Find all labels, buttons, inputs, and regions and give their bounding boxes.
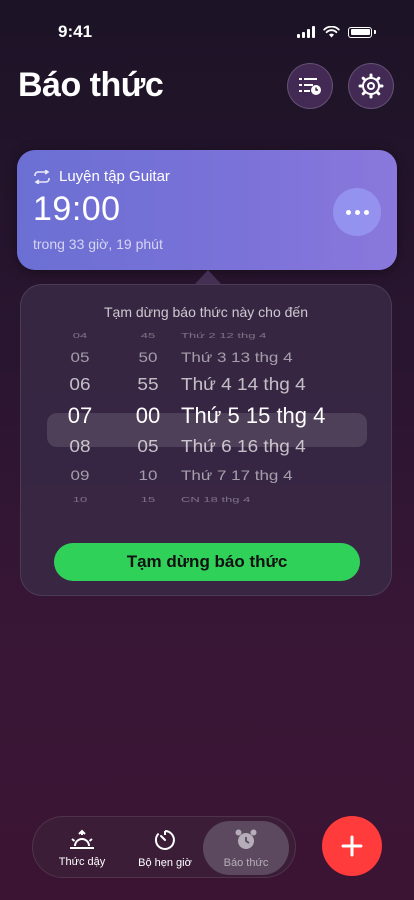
alarm-label: Luyện tập Guitar bbox=[59, 168, 170, 185]
tab-label: Thức dậy bbox=[58, 855, 106, 868]
add-alarm-button[interactable] bbox=[322, 816, 382, 876]
picker-hour: 05 bbox=[70, 349, 90, 365]
picker-row[interactable]: 08 05 Thứ 6 16 thg 4 bbox=[21, 437, 393, 463]
picker-minute: 00 bbox=[135, 403, 161, 428]
picker-row[interactable]: 10 15 CN 18 thg 4 bbox=[21, 495, 393, 510]
tab-label: Báo thức bbox=[223, 856, 269, 869]
more-dot bbox=[354, 209, 360, 215]
picker-day: Thứ 7 17 thg 4 bbox=[181, 467, 293, 483]
picker-hour: 06 bbox=[69, 375, 91, 395]
picker-row[interactable]: 06 55 Thứ 4 14 thg 4 bbox=[21, 375, 393, 401]
status-icons bbox=[297, 26, 376, 38]
alarm-card[interactable]: Luyện tập Guitar 19:00 trong 33 giờ, 19 … bbox=[17, 150, 397, 270]
timer-icon bbox=[154, 829, 175, 850]
picker-row[interactable]: 04 45 Thứ 2 12 thg 4 bbox=[21, 331, 393, 346]
picker-day: CN 18 thg 4 bbox=[181, 495, 251, 504]
picker-hour: 09 bbox=[70, 467, 90, 483]
tab-label: Bộ hẹn giờ bbox=[138, 856, 192, 869]
status-bar: 9:41 bbox=[0, 0, 414, 56]
more-dot bbox=[345, 209, 351, 215]
plus-icon bbox=[341, 835, 363, 857]
picker-hour: 10 bbox=[72, 495, 88, 504]
tab-alarm[interactable]: Báo thức bbox=[203, 821, 289, 875]
picker-minute: 50 bbox=[138, 349, 158, 365]
picker-row-selected[interactable]: 07 00 Thứ 5 15 thg 4 bbox=[21, 403, 393, 431]
more-dot bbox=[363, 209, 369, 215]
alarm-time: 19:00 bbox=[33, 190, 121, 228]
picker-minute: 10 bbox=[138, 467, 158, 483]
repeat-icon bbox=[34, 169, 50, 184]
picker-day: Thứ 4 14 thg 4 bbox=[181, 375, 306, 395]
sunrise-icon bbox=[70, 829, 94, 849]
sort-alarms-button[interactable] bbox=[287, 63, 333, 109]
alarm-label-row: Luyện tập Guitar bbox=[33, 168, 170, 185]
snooze-popover: Tạm dừng báo thức này cho đến 04 45 Thứ 2 … bbox=[20, 284, 392, 596]
page-title: Báo thức bbox=[18, 66, 164, 104]
popover-title: Tạm dừng báo thức này cho đến bbox=[104, 304, 308, 320]
battery-tip bbox=[374, 30, 376, 34]
picker-minute: 45 bbox=[140, 331, 156, 340]
picker-hour: 04 bbox=[72, 331, 88, 340]
popover-pointer bbox=[195, 270, 221, 284]
gear-icon bbox=[358, 73, 384, 99]
picker-day: Thứ 3 13 thg 4 bbox=[181, 349, 293, 365]
tab-bar: Thức dậy Bộ hẹn giờ Báo thức bbox=[32, 816, 296, 878]
picker-row[interactable]: 09 10 Thứ 7 17 thg 4 bbox=[21, 468, 393, 490]
status-time: 9:41 bbox=[58, 22, 93, 41]
list-clock-icon bbox=[299, 78, 321, 95]
date-time-picker[interactable]: 04 45 Thứ 2 12 thg 4 05 50 Thứ 3 13 thg 4 06 55… bbox=[21, 325, 393, 525]
tab-wake-up[interactable]: Thức dậy bbox=[39, 821, 125, 875]
tab-timer[interactable]: Bộ hẹn giờ bbox=[122, 821, 208, 875]
picker-day: Thứ 6 16 thg 4 bbox=[181, 437, 306, 457]
picker-row[interactable]: 05 50 Thứ 3 13 thg 4 bbox=[21, 350, 393, 372]
alarm-clock-icon bbox=[235, 829, 257, 849]
settings-button[interactable] bbox=[348, 63, 394, 109]
picker-minute: 55 bbox=[137, 375, 159, 395]
picker-hour: 07 bbox=[67, 403, 93, 428]
wifi-icon bbox=[323, 26, 340, 38]
alarm-countdown: trong 33 giờ, 19 phút bbox=[33, 236, 163, 252]
battery-icon bbox=[348, 26, 372, 38]
picker-day: Thứ 5 15 thg 4 bbox=[181, 403, 326, 428]
picker-minute: 15 bbox=[140, 495, 156, 504]
picker-day: Thứ 2 12 thg 4 bbox=[181, 331, 267, 340]
picker-minute: 05 bbox=[137, 437, 159, 457]
cellular-signal-icon bbox=[297, 26, 315, 38]
pause-alarm-button[interactable]: Tạm dừng báo thức bbox=[54, 543, 360, 581]
more-options-button[interactable] bbox=[333, 188, 381, 236]
picker-hour: 08 bbox=[69, 437, 91, 457]
